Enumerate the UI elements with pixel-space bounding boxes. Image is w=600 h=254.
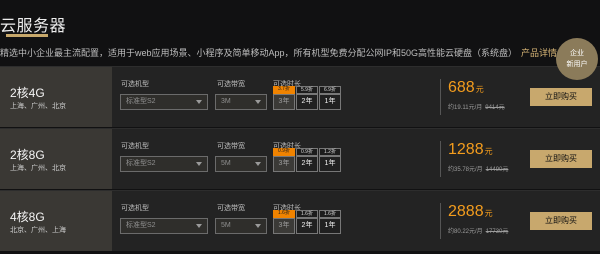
divider [440, 141, 441, 177]
bandwidth-value: 3M [221, 98, 231, 105]
badge-line2: 新用户 [566, 61, 588, 68]
model-select[interactable]: 标准型S2 [120, 218, 208, 234]
divider [440, 79, 441, 115]
spec-label: 4核8G [10, 210, 45, 224]
price-note: 约80.22元/月 17730元 [448, 226, 508, 235]
price-cell: 1288元 约35.78元/月 14490元 立即购买 [440, 129, 600, 189]
bandwidth-value: 5M [221, 222, 231, 229]
server-row: 2核8G 上海、广州、北京 可选机型 标准型S2 可选带宽 5M 可选时长 0.… [0, 128, 600, 189]
page-subtitle: 精选中小企业最主流配置，适用于web应用场景、小程序及简单移动App，所有机型免… [0, 46, 565, 59]
discount-badge: 5.9折 [296, 86, 318, 94]
chevron-down-icon [255, 100, 261, 104]
duration-option-3y[interactable]: 0.9折 3年 [273, 148, 295, 172]
page-header: 云服务器 精选中小企业最主流配置，适用于web应用场景、小程序及简单移动App，… [0, 0, 600, 66]
per-month-price: 约80.22元/月 [448, 229, 483, 235]
bandwidth-label: 可选带宽 [217, 81, 245, 88]
page-title: 云服务器 [0, 18, 67, 35]
duration-label-text: 1年 [324, 222, 336, 229]
price-note: 约19.11元/月 9414元 [448, 102, 505, 111]
bandwidth-label: 可选带宽 [217, 205, 245, 212]
model-value: 标准型S2 [126, 98, 156, 105]
duration-option-1y[interactable]: 6.9折 1年 [319, 86, 341, 110]
price-unit: 元 [484, 147, 493, 156]
bandwidth-label: 可选带宽 [217, 143, 245, 150]
discount-badge: 0.9折 [296, 148, 318, 156]
bandwidth-select[interactable]: 5M [215, 218, 267, 234]
new-user-badge: 企业 新用户 [554, 38, 600, 84]
duration-option-3y[interactable]: 1.6折 3年 [273, 210, 295, 234]
model-value: 标准型S2 [126, 222, 156, 229]
subtitle-text: 精选中小企业最主流配置，适用于web应用场景、小程序及简单移动App，所有机型免… [0, 48, 518, 58]
region-label: 北京、广州、上海 [10, 227, 66, 234]
price-value: 688 [448, 79, 475, 96]
duration-option-1y[interactable]: 1.2折 1年 [319, 148, 341, 172]
duration-label-text: 2年 [301, 222, 313, 229]
model-select[interactable]: 标准型S2 [120, 156, 208, 172]
duration-label-text: 1年 [324, 160, 336, 167]
price: 1288元 [448, 141, 493, 159]
discount-badge: 3.7折 [273, 86, 295, 94]
duration-label-text: 1年 [324, 98, 336, 105]
spec-cell: 2核4G 上海、广州、北京 [0, 67, 112, 127]
model-select[interactable]: 标准型S2 [120, 94, 208, 110]
duration-label-text: 2年 [301, 160, 313, 167]
chevron-down-icon [255, 224, 261, 228]
model-label: 可选机型 [121, 205, 149, 212]
bandwidth-select[interactable]: 5M [215, 156, 267, 172]
chevron-down-icon [196, 100, 202, 104]
buy-now-button[interactable]: 立即购买 [530, 88, 592, 106]
spec-label: 2核8G [10, 148, 45, 162]
discount-badge: 1.2折 [319, 148, 341, 156]
model-label: 可选机型 [121, 143, 149, 150]
discount-badge: 1.6折 [296, 210, 318, 218]
spec-label: 2核4G [10, 86, 45, 100]
badge-line1: 企业 [570, 50, 584, 57]
server-list: 2核4G 上海、广州、北京 可选机型 标准型S2 可选带宽 3M 可选时长 3.… [0, 66, 600, 252]
bandwidth-value: 5M [221, 160, 231, 167]
chevron-down-icon [196, 224, 202, 228]
new-user-badge-circle: 企业 新用户 [556, 38, 598, 80]
bandwidth-select[interactable]: 3M [215, 94, 267, 110]
spec-cell: 2核8G 上海、广州、北京 [0, 129, 112, 189]
duration-label-text: 3年 [278, 222, 290, 229]
discount-badge: 6.9折 [319, 86, 341, 94]
discount-badge: 1.6折 [319, 210, 341, 218]
per-month-price: 约35.78元/月 [448, 167, 483, 173]
duration-option-2y[interactable]: 5.9折 2年 [296, 86, 318, 110]
spec-cell: 4核8G 北京、广州、上海 [0, 191, 112, 251]
duration-option-2y[interactable]: 1.6折 2年 [296, 210, 318, 234]
buy-now-button[interactable]: 立即购买 [530, 150, 592, 168]
title-underline [6, 34, 48, 37]
model-value: 标准型S2 [126, 160, 156, 167]
buy-now-button[interactable]: 立即购买 [530, 212, 592, 230]
discount-badge: 0.9折 [273, 148, 295, 156]
server-row: 4核8G 北京、广州、上海 可选机型 标准型S2 可选带宽 5M 可选时长 1.… [0, 190, 600, 251]
region-label: 上海、广州、北京 [10, 165, 66, 172]
price-note: 约35.78元/月 14490元 [448, 164, 508, 173]
price: 688元 [448, 79, 484, 97]
model-label: 可选机型 [121, 81, 149, 88]
price-cell: 2888元 约80.22元/月 17730元 立即购买 [440, 191, 600, 251]
original-price: 14490元 [485, 167, 509, 173]
discount-badge: 1.6折 [273, 210, 295, 218]
chevron-down-icon [255, 162, 261, 166]
price: 2888元 [448, 203, 493, 221]
duration-label-text: 3年 [278, 160, 290, 167]
duration-label-text: 3年 [278, 98, 290, 105]
server-row: 2核4G 上海、广州、北京 可选机型 标准型S2 可选带宽 3M 可选时长 3.… [0, 66, 600, 127]
price-value: 2888 [448, 203, 484, 220]
duration-option-3y[interactable]: 3.7折 3年 [273, 86, 295, 110]
region-label: 上海、广州、北京 [10, 103, 66, 110]
duration-option-2y[interactable]: 0.9折 2年 [296, 148, 318, 172]
price-unit: 元 [484, 209, 493, 218]
duration-option-1y[interactable]: 1.6折 1年 [319, 210, 341, 234]
divider [440, 203, 441, 239]
per-month-price: 约19.11元/月 [448, 105, 483, 111]
price-unit: 元 [475, 85, 484, 94]
duration-label-text: 2年 [301, 98, 313, 105]
chevron-down-icon [196, 162, 202, 166]
original-price: 17730元 [485, 229, 509, 235]
price-value: 1288 [448, 141, 484, 158]
original-price: 9414元 [485, 105, 505, 111]
